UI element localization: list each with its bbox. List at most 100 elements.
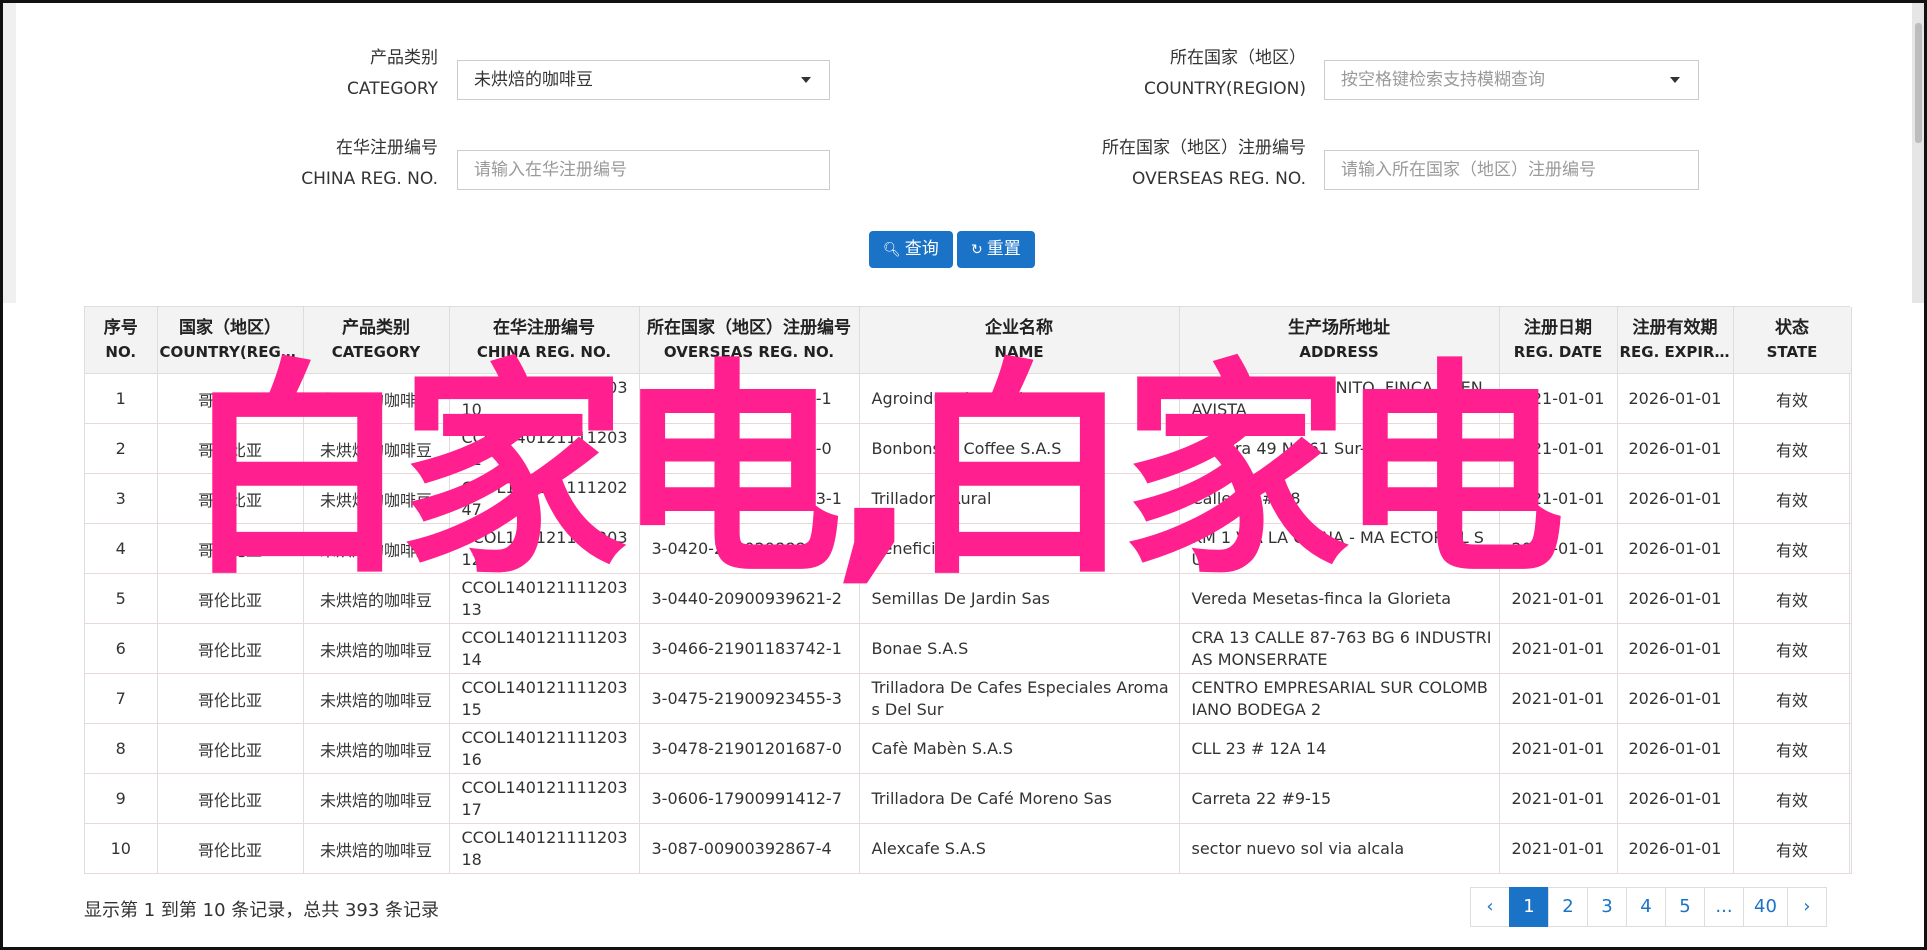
cell-name: Trilladora De Cafes Especiales Aromas De… <box>859 673 1180 724</box>
chevron-down-icon <box>801 77 811 83</box>
cell-address: Carreta 22 #9-15 <box>1179 773 1500 824</box>
cell-expire: 2026-01-01 <box>1617 823 1734 874</box>
page-button-4[interactable]: 4 <box>1626 887 1666 927</box>
reset-button-label: 重置 <box>986 239 1021 259</box>
cell-expire: 2026-01-01 <box>1617 773 1734 824</box>
col-header-no[interactable]: 序号 NO. <box>85 307 158 374</box>
cell-name: Alexcafe S.A.S <box>859 823 1180 874</box>
table-row[interactable]: 6 哥伦比亚 未烘焙的咖啡豆 CCOL140121111203 14 3-0466-21… <box>85 623 1852 674</box>
col-header-state-en: STATE <box>1766 343 1818 361</box>
country-label-en: COUNTRY(REGION) <box>1143 79 1306 99</box>
next-page-button[interactable]: › <box>1786 887 1827 927</box>
china-reg-label: 在华注册编号 CHINA REG. NO. <box>263 133 438 195</box>
cell-country: 哥伦比亚 <box>157 723 304 774</box>
page-button-5[interactable]: 5 <box>1665 887 1705 927</box>
cell-address: CLL 23 # 12A 14 <box>1179 723 1500 774</box>
col-header-china-reg-zh: 在华注册编号 <box>493 318 595 338</box>
col-header-reg-date-zh: 注册日期 <box>1524 318 1592 338</box>
cell-country: 哥伦比亚 <box>157 673 304 724</box>
scrollbar-thumb[interactable] <box>1915 23 1922 143</box>
cell-state: 有效 <box>1733 723 1852 774</box>
watermark-text: 白家电,白家电 <box>183 339 1566 605</box>
cell-china-reg: CCOL140121111203 18 <box>449 823 640 874</box>
cell-no: 5 <box>85 573 158 624</box>
cell-state: 有效 <box>1733 823 1852 874</box>
col-header-state[interactable]: 状态 STATE <box>1733 307 1852 374</box>
query-button-label: 查询 <box>904 239 939 259</box>
china-reg-placeholder: 请输入在华注册编号 <box>474 160 627 180</box>
cell-state: 有效 <box>1733 673 1852 724</box>
cell-reg-date: 2021-01-01 <box>1499 723 1618 774</box>
country-select[interactable]: 按空格键检索支持模糊查询 <box>1324 60 1699 100</box>
col-header-category-zh: 产品类别 <box>342 318 410 338</box>
vertical-scrollbar[interactable] <box>1912 3 1924 303</box>
cell-no: 3 <box>85 473 158 524</box>
page-button-1[interactable]: 1 <box>1509 887 1549 927</box>
overseas-reg-label-en: OVERSEAS REG. NO. <box>1132 169 1306 189</box>
col-header-state-zh: 状态 <box>1775 318 1809 338</box>
page-button-2[interactable]: 2 <box>1548 887 1588 927</box>
category-select[interactable]: 未烘焙的咖啡豆 <box>457 60 830 100</box>
reset-button[interactable]: ↻ 重置 <box>957 231 1035 268</box>
pagination: ‹ 1 2 3 4 5... 40 › <box>1470 887 1827 927</box>
country-label-zh: 所在国家（地区） <box>1170 48 1306 68</box>
cell-overseas-reg: 3-0606-17900991412-7 <box>639 773 860 824</box>
cell-name: Trilladora De Café Moreno Sas <box>859 773 1180 824</box>
china-reg-input[interactable]: 请输入在华注册编号 <box>457 150 830 190</box>
prev-page-button[interactable]: ‹ <box>1470 887 1510 927</box>
col-header-expire-en: REG. EXPIRE ... <box>1619 343 1731 361</box>
left-edge-strip <box>3 3 16 303</box>
cell-address: CENTRO EMPRESARIAL SUR COLOMB IANO BODEG… <box>1179 673 1500 724</box>
query-button[interactable]: 🔍︎ 查询 <box>869 231 953 268</box>
cell-no: 9 <box>85 773 158 824</box>
cell-overseas-reg: 3-0478-21901201687-0 <box>639 723 860 774</box>
cell-expire: 2026-01-01 <box>1617 723 1734 774</box>
cell-no: 8 <box>85 723 158 774</box>
china-reg-label-en: CHINA REG. NO. <box>301 169 438 189</box>
cell-category: 未烘焙的咖啡豆 <box>303 823 450 874</box>
cell-china-reg: CCOL140121111203 15 <box>449 673 640 724</box>
cell-reg-date: 2021-01-01 <box>1499 673 1618 724</box>
cell-state: 有效 <box>1733 623 1852 674</box>
cell-china-reg: CCOL140121111203 17 <box>449 773 640 824</box>
cell-expire: 2026-01-01 <box>1617 673 1734 724</box>
cell-no: 10 <box>85 823 158 874</box>
cell-state: 有效 <box>1733 773 1852 824</box>
cell-country: 哥伦比亚 <box>157 773 304 824</box>
table-row[interactable]: 9 哥伦比亚 未烘焙的咖啡豆 CCOL140121111203 17 3-0606-17… <box>85 773 1852 824</box>
cell-address: sector nuevo sol via alcala <box>1179 823 1500 874</box>
table-row[interactable]: 8 哥伦比亚 未烘焙的咖啡豆 CCOL140121111203 16 3-0478-21… <box>85 723 1852 774</box>
cell-expire: 2026-01-01 <box>1617 373 1734 424</box>
table-row[interactable]: 7 哥伦比亚 未烘焙的咖啡豆 CCOL140121111203 15 3-0475-21… <box>85 673 1852 724</box>
overseas-reg-label-zh: 所在国家（地区）注册编号 <box>1102 138 1306 158</box>
cell-no: 4 <box>85 523 158 574</box>
table-row[interactable]: 10 哥伦比亚 未烘焙的咖啡豆 CCOL140121111203 18 3-087-00… <box>85 823 1852 874</box>
chevron-down-icon <box>1670 77 1680 83</box>
app-frame: 产品类别 CATEGORY 未烘焙的咖啡豆 所在国家（地区） COUNTRY(R… <box>0 0 1927 950</box>
col-header-overseas-reg-zh: 所在国家（地区）注册编号 <box>647 318 851 338</box>
overseas-reg-input[interactable]: 请输入所在国家（地区）注册编号 <box>1324 150 1699 190</box>
cell-country: 哥伦比亚 <box>157 623 304 674</box>
page-button-3[interactable]: 3 <box>1587 887 1627 927</box>
cell-expire: 2026-01-01 <box>1617 423 1734 474</box>
cell-no: 6 <box>85 623 158 674</box>
cell-state: 有效 <box>1733 423 1852 474</box>
cell-name: Bonae S.A.S <box>859 623 1180 674</box>
cell-no: 2 <box>85 423 158 474</box>
cell-state: 有效 <box>1733 523 1852 574</box>
category-label: 产品类别 CATEGORY <box>283 43 438 105</box>
cell-expire: 2026-01-01 <box>1617 573 1734 624</box>
cell-expire: 2026-01-01 <box>1617 623 1734 674</box>
col-header-no-zh: 序号 <box>103 318 138 338</box>
cell-overseas-reg: 3-0466-21901183742-1 <box>639 623 860 674</box>
search-icon: 🔍︎ <box>883 242 901 258</box>
page-ellipsis: ... <box>1704 887 1744 927</box>
cell-china-reg: CCOL140121111203 14 <box>449 623 640 674</box>
cell-overseas-reg: 3-0475-21900923455-3 <box>639 673 860 724</box>
overseas-reg-label: 所在国家（地区）注册编号 OVERSEAS REG. NO. <box>1063 133 1306 195</box>
col-header-expire[interactable]: 注册有效期 REG. EXPIRE ... <box>1617 307 1734 374</box>
col-header-country-zh: 国家（地区） <box>179 318 281 338</box>
cell-overseas-reg: 3-087-00900392867-4 <box>639 823 860 874</box>
page-button-40[interactable]: 40 <box>1743 887 1788 927</box>
cell-expire: 2026-01-01 <box>1617 523 1734 574</box>
